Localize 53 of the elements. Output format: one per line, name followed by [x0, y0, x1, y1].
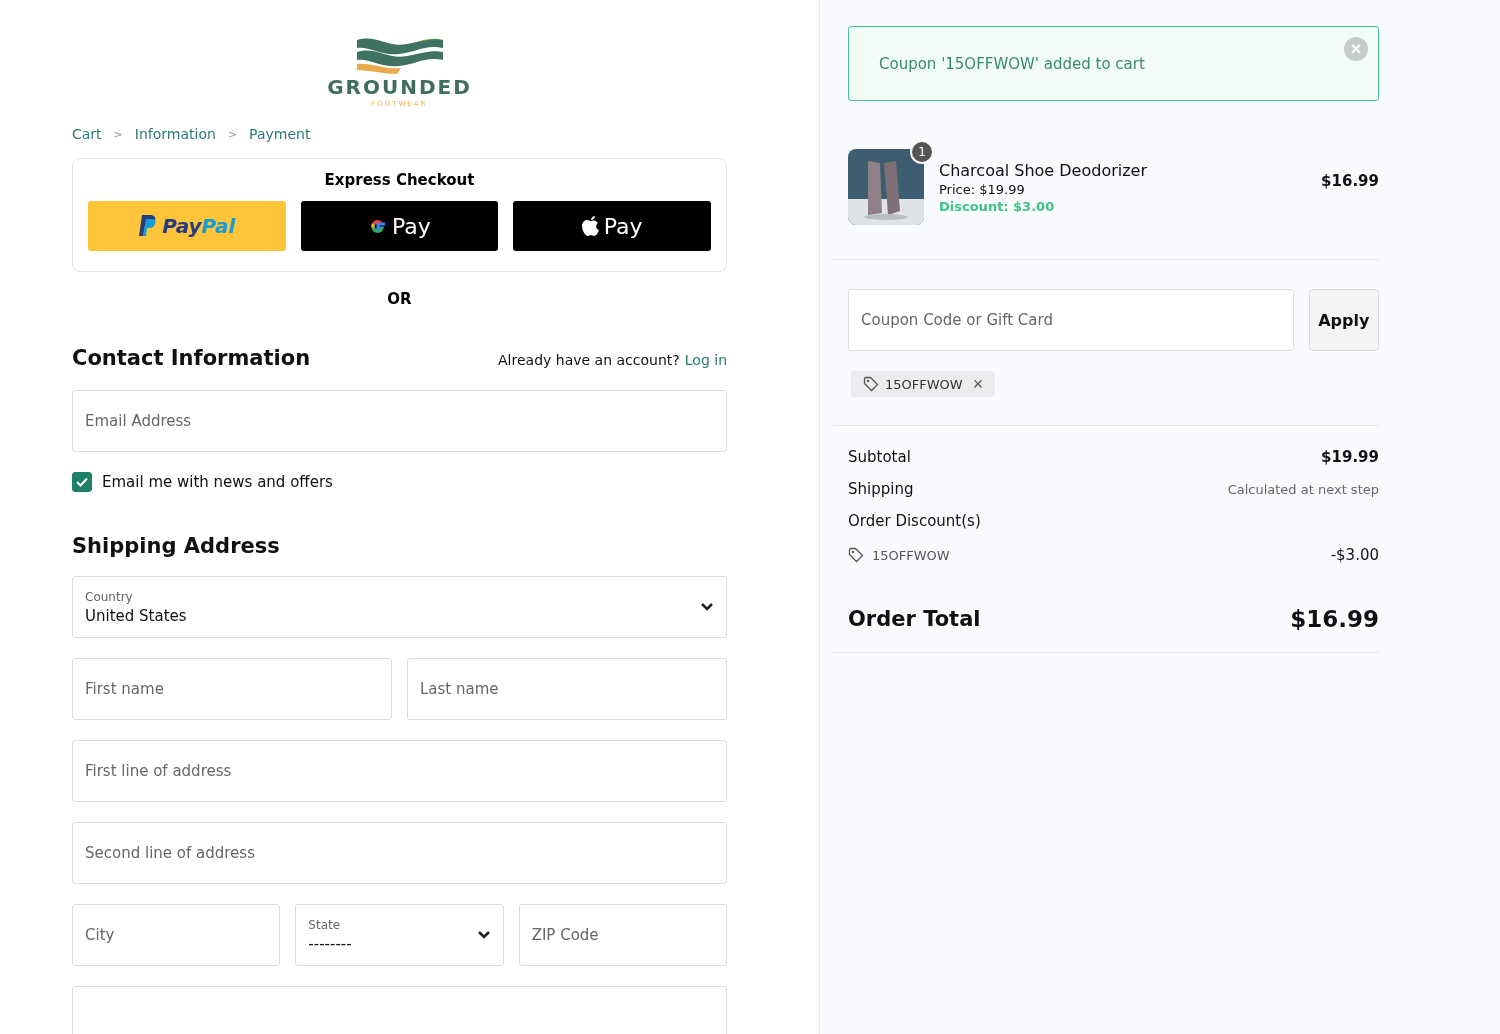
express-checkout-title: Express Checkout: [324, 171, 475, 189]
section-title: Contact Information: [72, 346, 311, 370]
state-select[interactable]: State --------: [295, 904, 504, 966]
paypal-button[interactable]: PayPal: [88, 201, 286, 251]
summary-note: Calculated at next step: [1227, 481, 1379, 497]
line-total: $16.99: [1321, 172, 1379, 190]
product-price: Price: $19.99: [939, 181, 1026, 197]
newsletter-label: Email me with news and offers: [102, 473, 333, 491]
google-pay-button[interactable]: Pay: [300, 201, 499, 251]
login-link[interactable]: Log in: [684, 352, 727, 368]
summary-label: Order Discount(s): [848, 512, 981, 530]
tag-icon: [863, 376, 879, 392]
summary-value: $19.99: [1321, 448, 1379, 466]
chevron-down-icon: [476, 930, 491, 940]
summary-label: Shipping: [848, 480, 914, 498]
notice-message: Coupon '15OFFWOW' added to cart: [879, 54, 1145, 73]
apple-icon: [581, 215, 600, 237]
input-field[interactable]: [72, 986, 727, 1034]
breadcrumb-separator: >: [227, 127, 238, 141]
country-select[interactable]: Country United States: [72, 576, 727, 638]
section-title: Shipping Address: [72, 534, 280, 558]
breadcrumb-link[interactable]: Cart: [72, 126, 102, 142]
coupon-field[interactable]: Coupon Code or Gift Card: [848, 289, 1294, 351]
checkmark-icon: [76, 477, 88, 487]
apply-button[interactable]: Apply: [1308, 289, 1379, 351]
address-field[interactable]: First line of address: [72, 740, 727, 802]
brand-name: GROUNDED: [327, 76, 472, 98]
product-discount: Discount: $3.00: [939, 198, 1056, 214]
account-prompt: Already have an account?: [498, 352, 680, 368]
discount-code: 15OFFWOW: [872, 547, 950, 563]
order-total-value: $16.99: [1290, 606, 1379, 632]
breadcrumb-separator: >: [113, 127, 123, 141]
apple-pay-button[interactable]: Pay: [513, 201, 711, 251]
quantity-badge: 1: [910, 140, 934, 164]
coupon-code: 15OFFWOW: [885, 376, 963, 392]
or-divider: OR: [386, 290, 413, 308]
summary-value: -$3.00: [1330, 546, 1379, 564]
breadcrumb-link[interactable]: Information: [134, 126, 216, 142]
order-total-label: Order Total: [848, 607, 981, 631]
city-field[interactable]: City: [72, 904, 281, 966]
last-name-field[interactable]: Last name: [407, 658, 727, 720]
newsletter-checkbox[interactable]: [72, 472, 92, 492]
remove-coupon-button[interactable]: ×: [968, 375, 984, 393]
chevron-down-icon: [700, 602, 714, 612]
logo-waves-icon: [354, 36, 445, 74]
summary-label: Subtotal: [848, 448, 911, 466]
product-name: Charcoal Shoe Deodorizer: [939, 160, 1149, 180]
tag-icon: [848, 547, 864, 563]
zip-field[interactable]: ZIP Code: [518, 904, 727, 966]
breadcrumb-link[interactable]: Payment: [249, 126, 311, 142]
address-field[interactable]: Second line of address: [72, 822, 727, 884]
email-field[interactable]: Email Address: [72, 390, 727, 452]
first-name-field[interactable]: First name: [72, 658, 392, 720]
